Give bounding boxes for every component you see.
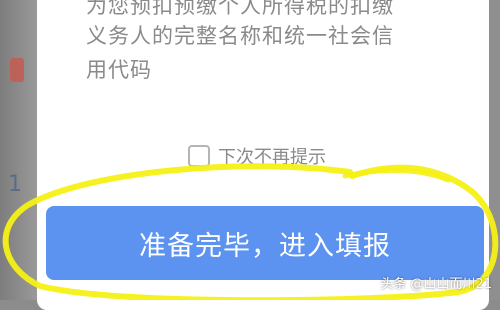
dont-show-again-row[interactable]: 下次不再提示 [188,143,326,169]
dont-show-again-checkbox[interactable] [188,145,210,167]
dialog-body-line-1: 为您预扣预缴个人所得税的扣缴 [86,0,394,18]
background-red-badge [10,58,24,82]
background-left-panel [0,0,38,300]
dialog-body-line-3: 用代码 [86,58,152,82]
dialog-body-text: 为您预扣预缴个人所得税的扣缴 义务人的完整名称和统一社会信 用代码 [86,0,446,137]
dialog-body-line-2: 义务人的完整名称和统一社会信 [86,24,394,48]
dont-show-again-label: 下次不再提示 [218,147,326,168]
background-partial-digit: 1 [8,172,22,197]
watermark-text: 头条 @山山而川21 [380,277,492,292]
ready-enter-filing-button[interactable]: 准备完毕，进入填报 [46,206,484,280]
